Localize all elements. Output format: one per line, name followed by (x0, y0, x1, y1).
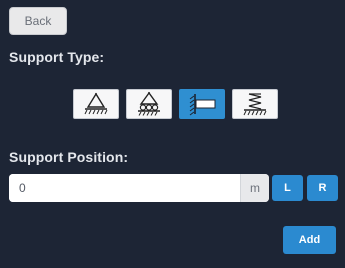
pin-support-icon (84, 92, 108, 115)
support-type-label: Support Type: (9, 49, 105, 65)
position-right-button[interactable]: R (307, 175, 338, 201)
support-type-roller-button[interactable] (126, 89, 172, 119)
support-type-spring-button[interactable] (232, 89, 278, 119)
support-panel: Back Support Type: Support Position: 0 m… (0, 0, 345, 268)
support-type-fixed-button[interactable] (179, 89, 225, 119)
unit-addon: m (240, 174, 269, 202)
support-position-input[interactable] (9, 174, 240, 202)
support-type-selector (73, 89, 278, 119)
support-position-row: m L R (9, 174, 338, 202)
support-position-label: Support Position: (9, 149, 129, 165)
support-type-pin-button[interactable] (73, 89, 119, 119)
position-left-button[interactable]: L (272, 175, 303, 201)
spring-support-icon (243, 93, 267, 116)
roller-support-icon (138, 91, 160, 116)
fixed-support-icon (189, 94, 216, 116)
add-button[interactable]: Add (283, 226, 336, 254)
back-button[interactable]: Back (9, 7, 67, 35)
support-position-input-group: m (9, 174, 269, 202)
